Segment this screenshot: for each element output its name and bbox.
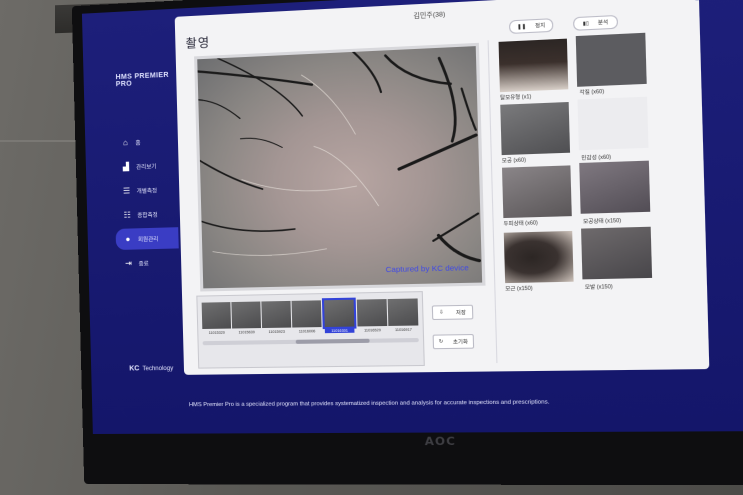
sidebar-item-label: 관리보기 (135, 163, 157, 171)
company-name: Technology (142, 365, 174, 372)
sidebar-item-comprehensive[interactable]: ☷ 종합측정 (97, 203, 178, 227)
sidebar-item-exit[interactable]: ⇥ 종료 (98, 251, 179, 274)
person-icon: ● (125, 234, 131, 244)
analysis-tile-hair-shaft[interactable] (581, 226, 653, 280)
app-screen: HMS PREMIER PRO ⌂ 홈 ▟ 관리보기 ☰ 개별측정 ☷ 종합측정… (81, 0, 743, 435)
analysis-tile-label: 모공 (x60) (501, 157, 527, 165)
save-button[interactable]: ⇩ 저장 (431, 304, 474, 321)
pause-icon: ❚❚ (516, 23, 527, 30)
page-title: 촬영 (185, 35, 211, 51)
sidebar-item-label: 종료 (138, 260, 149, 268)
analysis-tile-pore-condition[interactable] (579, 160, 651, 214)
capture-watermark: Captured by KC device (385, 262, 469, 275)
pause-label: 정지 (534, 22, 546, 30)
home-icon: ⌂ (122, 137, 128, 147)
chart-icon: ▟ (122, 161, 130, 171)
list-icon: ☷ (123, 209, 131, 220)
filmstrip-thumbnail-selected[interactable] (321, 297, 357, 330)
filmstrip-thumbnail[interactable] (201, 302, 232, 330)
sidebar-item-home[interactable]: ⌂ 홈 (95, 130, 176, 154)
sidebar-item-label: 개별측정 (136, 187, 158, 195)
filmstrip-thumbnail[interactable] (356, 299, 388, 327)
pause-toggle[interactable]: ❚❚ 정지 (508, 18, 554, 35)
scalp-microscope-image: Captured by KC device (197, 46, 483, 289)
analysis-tile-scalp-condition[interactable] (501, 165, 572, 219)
filmstrip-thumbnail[interactable] (261, 300, 292, 329)
thumbnail-label: 11016006 (298, 329, 316, 334)
analysis-tile-label: 두피상태 (x60) (503, 220, 538, 228)
analyze-toggle[interactable]: ▮▯ 분석 (572, 14, 619, 31)
panel-divider (487, 40, 498, 364)
filmstrip-thumbnail[interactable] (387, 298, 419, 326)
sidebar-item-label: 홈 (135, 140, 141, 147)
save-icon: ⇩ (439, 309, 444, 316)
analysis-tile-pores[interactable] (500, 101, 571, 156)
thumbnail-label: 11015923 (268, 329, 285, 335)
thumbnail-label: 11015639 (238, 330, 255, 335)
sidebar-item-members[interactable]: ● 회원관리 (115, 227, 179, 251)
thumbnail-label: 11016301 (324, 328, 355, 334)
sidebar: HMS PREMIER PRO ⌂ 홈 ▟ 관리보기 ☰ 개별측정 ☷ 종합측정… (93, 49, 182, 384)
analysis-tile-hair-loss-type[interactable] (498, 38, 569, 93)
analysis-tile-label: 각질 (x60) (579, 88, 605, 97)
analysis-tile-label: 모근 (x150) (505, 285, 533, 293)
monitor-brand-logo: AOC (424, 434, 457, 449)
filmstrip-scrollbar[interactable] (202, 337, 419, 346)
reset-button[interactable]: ↻ 초기화 (432, 334, 475, 350)
bar-chart-icon: ▮▯ (582, 20, 590, 27)
list-icon: ☰ (122, 185, 131, 196)
exit-icon: ⇥ (125, 258, 132, 268)
monitor: AOC HMS PREMIER PRO ⌂ 홈 ▟ 관리보기 ☰ 개별측정 ☷ … (71, 0, 743, 486)
analysis-tile-label: 모공상태 (x150) (583, 217, 622, 226)
thumbnail-label: 11016529 (364, 328, 381, 333)
patient-name: 김민주(38) (413, 11, 446, 20)
filmstrip-thumbnail[interactable] (231, 301, 262, 329)
analysis-tile-sensitivity-empty[interactable] (577, 96, 649, 151)
analysis-tile-label: 모발 (x150) (584, 284, 613, 291)
company-mark: KC (129, 365, 140, 373)
analysis-tile-keratin[interactable] (575, 32, 647, 87)
analyze-label: 분석 (597, 19, 609, 27)
analysis-tile-label: 탈모유형 (x1) (500, 94, 532, 102)
sidebar-item-individual[interactable]: ☰ 개별측정 (96, 179, 177, 203)
live-camera-view[interactable]: Captured by KC device (194, 42, 486, 292)
capture-filmstrip: 11015320 11015639 11015923 11016006 1101… (196, 291, 425, 369)
scrollbar-thumb[interactable] (295, 338, 370, 344)
company-logo: KC Technology (129, 365, 174, 373)
analysis-tile-hair-root[interactable] (503, 230, 574, 284)
hair-strands-graphic (197, 46, 482, 288)
thumbnail-label: 11015320 (208, 330, 225, 335)
app-title: HMS PREMIER PRO (115, 71, 169, 89)
sidebar-item-report[interactable]: ▟ 관리보기 (96, 154, 177, 178)
sidebar-item-label: 회원관리 (137, 236, 159, 243)
thumbnail-label: 11016917 (394, 327, 412, 333)
reset-icon: ↻ (438, 338, 444, 345)
save-label: 저장 (455, 309, 467, 316)
filmstrip-thumbnail[interactable] (291, 300, 322, 328)
footer-text: HMS Premier Pro is a specialized program… (188, 399, 550, 409)
analysis-tile-label: 민감성 (x60) (581, 154, 612, 162)
capture-dialog: 김민주(38) ✕ 촬영 (174, 0, 710, 375)
reset-label: 초기화 (452, 338, 469, 346)
sidebar-item-label: 종합측정 (137, 212, 158, 219)
